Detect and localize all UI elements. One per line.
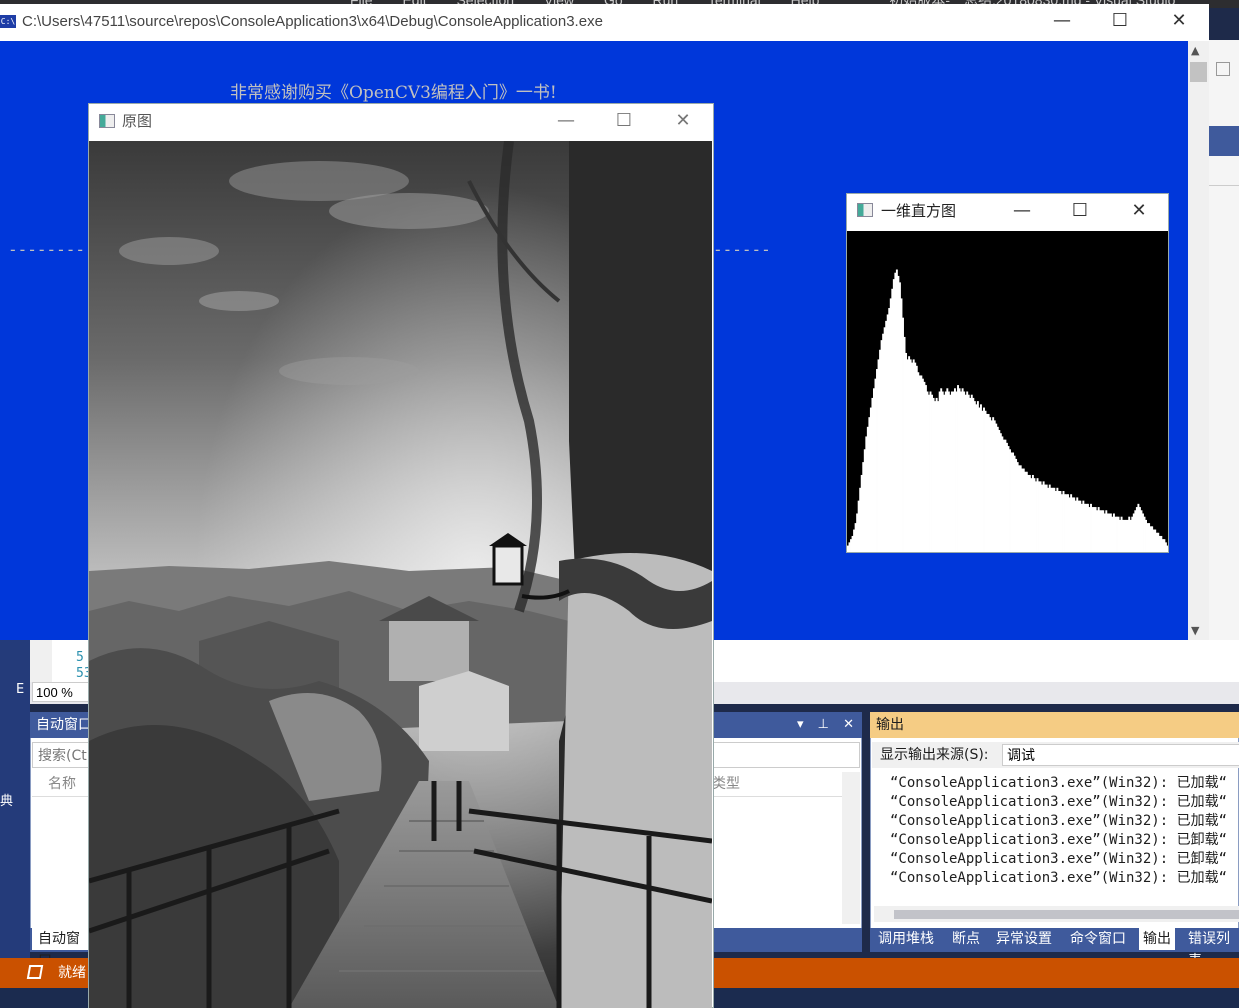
tab-breakpoints[interactable]: 断点 [952, 928, 980, 950]
output-line: “ConsoleApplication3.exe”(Win32): 已卸载“ [890, 832, 1228, 848]
column-type[interactable]: 类型 [712, 772, 740, 796]
vs-right-panel-header [1209, 126, 1239, 156]
divider [1209, 185, 1239, 186]
output-text[interactable]: “ConsoleApplication3.exe”(Win32): 已加载“ “… [890, 774, 1227, 888]
close-icon[interactable]: ✕ [1119, 200, 1159, 221]
image-window-icon [99, 114, 115, 128]
scroll-down-icon[interactable]: ▼ [1191, 624, 1199, 637]
minimize-icon[interactable]: — [1042, 10, 1082, 31]
maximize-icon[interactable]: ☐ [1100, 10, 1140, 31]
console-dashes: ------ [713, 240, 771, 259]
output-source-select[interactable]: 调试 [1002, 744, 1239, 766]
histogram-chart [847, 231, 1169, 552]
histogram-svg [847, 269, 1169, 552]
grayscale-photo [89, 141, 712, 1008]
tab-exception-settings[interactable]: 异常设置 [996, 928, 1052, 950]
histogram-window-icon [857, 203, 873, 217]
maximize-icon[interactable]: ☐ [604, 110, 644, 131]
output-line: “ConsoleApplication3.exe”(Win32): 已加载“ [890, 794, 1228, 810]
console-dashes: -------- [8, 240, 86, 259]
dropdown-icon[interactable]: ▾ [797, 717, 804, 732]
tab-error-list[interactable]: 错误列表 [1188, 928, 1239, 969]
strip-char: 典 [0, 794, 14, 809]
image-window-title: 原图 [122, 112, 153, 130]
console-app-icon: C:\ [0, 15, 16, 28]
scroll-up-icon[interactable]: ▲ [1191, 44, 1199, 57]
console-title: C:\Users\47511\source\repos\ConsoleAppli… [22, 13, 603, 30]
maximize-icon[interactable]: ☐ [1060, 200, 1100, 221]
output-line: “ConsoleApplication3.exe”(Win32): 已卸载“ [890, 851, 1228, 867]
tab-call-stack[interactable]: 调用堆栈 [878, 928, 934, 950]
strip-char: E [16, 682, 25, 697]
output-source-label: 显示输出来源(S): [880, 747, 989, 763]
console-scrollbar[interactable] [1188, 41, 1209, 640]
desktop-left-strip [0, 640, 30, 1008]
autos-scrollbar[interactable] [842, 772, 860, 924]
zoom-select[interactable]: 100 % [32, 682, 90, 702]
output-panel-title: 输出 [870, 712, 1239, 738]
histogram-window-title: 一维直方图 [881, 202, 957, 220]
column-name[interactable]: 名称 [48, 772, 76, 796]
autos-panel-title: 自动窗口 [36, 717, 92, 733]
status-text: 就绪 [58, 965, 86, 981]
histogram-bar [1166, 545, 1169, 552]
tab-autos[interactable]: 自动窗口 [32, 928, 92, 969]
output-line: “ConsoleApplication3.exe”(Win32): 已加载“ [890, 775, 1228, 791]
minimize-icon[interactable]: — [1002, 200, 1042, 221]
scroll-thumb[interactable] [894, 910, 1239, 919]
editor-gutter [30, 640, 52, 682]
console-message: 非常感谢购买《OpenCV3编程入门》一书! [230, 83, 557, 103]
scroll-thumb[interactable] [1190, 62, 1207, 82]
output-source-row: 显示输出来源(S): 调试 [872, 742, 1239, 768]
pin-icon[interactable] [1216, 62, 1230, 76]
output-line: “ConsoleApplication3.exe”(Win32): 已加载“ [890, 813, 1228, 829]
pin-icon[interactable]: ⊥ [818, 717, 829, 732]
tab-command-window[interactable]: 命令窗口 [1070, 928, 1126, 950]
close-icon[interactable]: ✕ [843, 717, 854, 732]
minimize-icon[interactable]: — [546, 110, 586, 131]
status-icon [26, 965, 44, 979]
close-icon[interactable]: ✕ [1159, 10, 1199, 31]
close-icon[interactable]: ✕ [663, 110, 703, 131]
tab-output[interactable]: 输出 [1139, 928, 1175, 950]
output-line: “ConsoleApplication3.exe”(Win32): 已加载“ [890, 870, 1228, 886]
